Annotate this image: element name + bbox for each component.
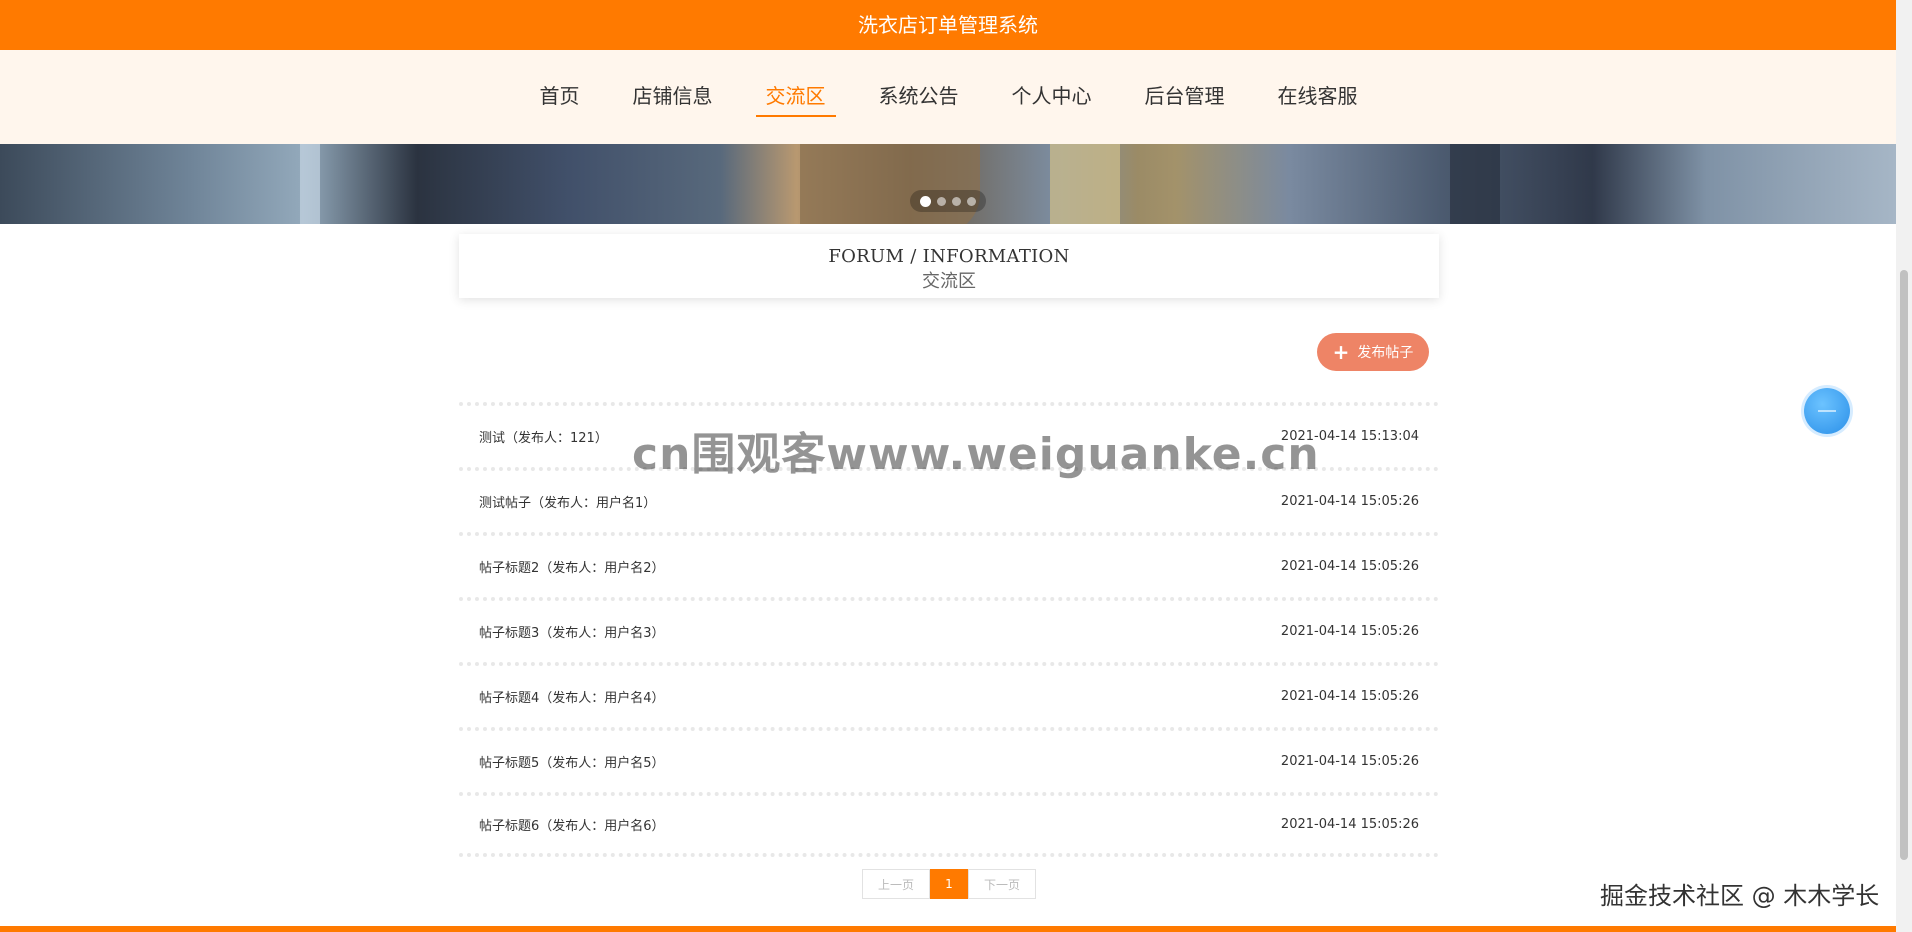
plus-icon: + <box>1332 340 1350 364</box>
banner-image-detail <box>1450 144 1500 224</box>
post-row[interactable]: 帖子标题2（发布人：用户名2） 2021-04-14 15:05:26 <box>459 532 1439 597</box>
section-title-en: FORUM / INFORMATION <box>828 246 1070 267</box>
post-time: 2021-04-14 15:05:26 <box>1280 494 1419 509</box>
post-time: 2021-04-14 15:05:26 <box>1280 754 1419 769</box>
nav-item-admin[interactable]: 后台管理 <box>1135 80 1235 115</box>
post-time: 2021-04-14 15:13:04 <box>1280 429 1419 444</box>
banner-image-detail <box>300 144 320 224</box>
pagination: 上一页 1 下一页 <box>862 869 1036 899</box>
post-title: 帖子标题2（发布人：用户名2） <box>479 561 665 576</box>
app-header: 洗衣店订单管理系统 <box>0 0 1896 50</box>
post-time: 2021-04-14 15:05:26 <box>1280 689 1419 704</box>
banner-carousel[interactable] <box>0 144 1896 224</box>
post-time: 2021-04-14 15:05:26 <box>1280 817 1419 832</box>
post-row[interactable]: 帖子标题3（发布人：用户名3） 2021-04-14 15:05:26 <box>459 597 1439 662</box>
section-title-zh: 交流区 <box>922 271 976 292</box>
nav-item-shop-info[interactable]: 店铺信息 <box>623 80 723 115</box>
carousel-dot-1[interactable] <box>920 195 931 207</box>
carousel-dot-2[interactable] <box>937 196 946 206</box>
nav-item-announcements[interactable]: 系统公告 <box>869 80 969 115</box>
carousel-dot-4[interactable] <box>967 196 976 206</box>
page-scrollbar[interactable] <box>1896 0 1912 932</box>
carousel-indicators <box>910 190 986 212</box>
post-row[interactable]: 帖子标题6（发布人：用户名6） 2021-04-14 15:05:26 <box>459 792 1439 857</box>
post-title: 帖子标题3（发布人：用户名3） <box>479 626 665 641</box>
main-nav: 首页 店铺信息 交流区 系统公告 个人中心 后台管理 在线客服 <box>0 50 1896 144</box>
post-row[interactable]: 帖子标题5（发布人：用户名5） 2021-04-14 15:05:26 <box>459 727 1439 792</box>
post-title: 帖子标题5（发布人：用户名5） <box>479 756 665 771</box>
prev-page-button[interactable]: 上一页 <box>862 869 930 899</box>
assistant-icon-mark <box>1818 410 1836 412</box>
carousel-dot-3[interactable] <box>952 196 961 206</box>
floating-assistant-icon[interactable] <box>1804 388 1850 434</box>
section-title-card: FORUM / INFORMATION 交流区 <box>459 234 1439 298</box>
post-title: 测试帖子（发布人：用户名1） <box>479 496 657 511</box>
post-title: 帖子标题4（发布人：用户名4） <box>479 691 665 706</box>
banner-image-detail <box>800 144 980 224</box>
post-time: 2021-04-14 15:05:26 <box>1280 624 1419 639</box>
scrollbar-thumb[interactable] <box>1900 270 1908 860</box>
post-row[interactable]: 帖子标题4（发布人：用户名4） 2021-04-14 15:05:26 <box>459 662 1439 727</box>
post-row[interactable]: 测试帖子（发布人：用户名1） 2021-04-14 15:05:26 <box>459 467 1439 532</box>
nav-item-personal-center[interactable]: 个人中心 <box>1002 80 1102 115</box>
credit-text: 掘金技术社区 @ 木木学长 <box>1600 882 1880 910</box>
nav-item-forum[interactable]: 交流区 <box>755 80 836 117</box>
page-number-current[interactable]: 1 <box>930 869 968 899</box>
post-row[interactable]: 测试（发布人：121） 2021-04-14 15:13:04 <box>459 402 1439 467</box>
publish-post-label: 发布帖子 <box>1357 345 1414 361</box>
footer-accent-bar <box>0 926 1896 932</box>
post-title: 帖子标题6（发布人：用户名6） <box>479 819 665 834</box>
post-list: 测试（发布人：121） 2021-04-14 15:13:04 测试帖子（发布人… <box>459 402 1439 857</box>
post-time: 2021-04-14 15:05:26 <box>1280 559 1419 574</box>
nav-item-online-service[interactable]: 在线客服 <box>1268 80 1368 115</box>
publish-post-button[interactable]: + 发布帖子 <box>1317 333 1429 371</box>
post-title: 测试（发布人：121） <box>479 431 608 446</box>
nav-item-home[interactable]: 首页 <box>530 80 590 115</box>
app-title: 洗衣店订单管理系统 <box>858 13 1038 37</box>
next-page-button[interactable]: 下一页 <box>968 869 1036 899</box>
banner-image-detail <box>1050 144 1120 224</box>
